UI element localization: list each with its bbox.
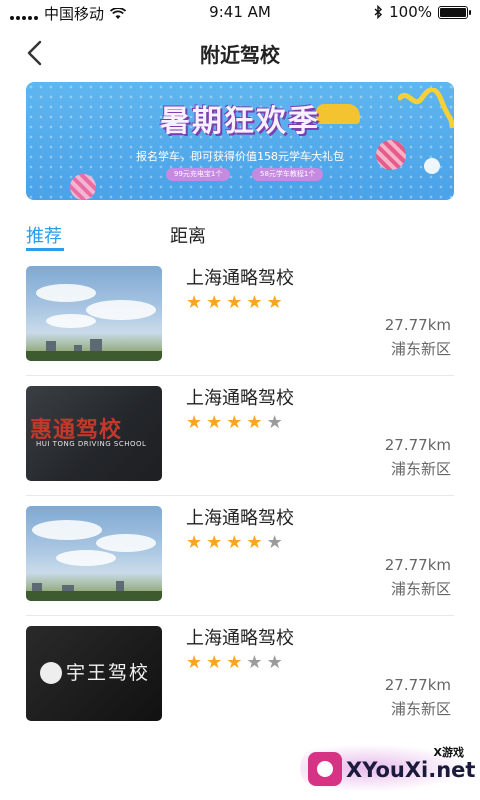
school-area: 浦东新区 — [390, 580, 451, 598]
watermark-logo-icon — [308, 752, 342, 786]
star-icon: ★ — [206, 292, 223, 313]
star-icon: ★ — [186, 532, 203, 553]
school-logo-emblem-icon — [40, 662, 62, 684]
rating-stars: ★ ★ ★ ★ ★ — [186, 534, 283, 552]
star-icon: ★ — [226, 292, 243, 313]
tab-distance[interactable]: 距离 — [170, 222, 206, 248]
star-icon: ★ — [206, 412, 223, 433]
school-area: 浦东新区 — [390, 700, 451, 718]
school-list: 上海通略驾校 ★ ★ ★ ★ ★ 27.77km 浦东新区 惠通驾校 HUI T… — [26, 256, 454, 735]
star-icon: ★ — [266, 292, 283, 313]
star-icon: ★ — [186, 652, 203, 673]
school-area: 浦东新区 — [390, 460, 451, 478]
star-icon: ★ — [246, 292, 263, 313]
nav-bar: 附近驾校 — [0, 28, 480, 78]
watermark-text: XYouXi.net — [346, 758, 476, 782]
school-logo-text: 宇王驾校 — [66, 662, 151, 684]
site-watermark: X游戏 XYouXi.net — [300, 744, 475, 792]
list-item[interactable]: 上海通略驾校 ★ ★ ★ ★ ★ 27.77km 浦东新区 — [26, 256, 454, 376]
school-photo — [26, 506, 162, 601]
star-icon: ★ — [226, 652, 243, 673]
school-name: 上海通略驾校 — [186, 388, 294, 409]
banner-pill-right: 58元学车教程1个 — [252, 168, 324, 181]
star-icon: ★ — [266, 652, 283, 673]
school-distance: 27.77km — [384, 676, 451, 694]
star-icon: ★ — [206, 532, 223, 553]
star-icon: ★ — [246, 532, 263, 553]
star-icon: ★ — [246, 652, 263, 673]
school-logo-image: 宇王驾校 — [26, 626, 162, 721]
school-logo-subtext: HUI TONG DRIVING SCHOOL — [36, 440, 147, 448]
banner-ball-left — [70, 174, 96, 200]
school-distance: 27.77km — [384, 316, 451, 334]
list-item[interactable]: 上海通略驾校 ★ ★ ★ ★ ★ 27.77km 浦东新区 — [26, 496, 454, 616]
page-title: 附近驾校 — [200, 43, 280, 67]
banner-subtitle: 报名学车，即可获得价值158元学车大礼包 — [136, 150, 344, 163]
school-photo — [26, 266, 162, 361]
active-tab-indicator — [26, 248, 64, 251]
star-icon: ★ — [226, 412, 243, 433]
star-icon: ★ — [226, 532, 243, 553]
star-icon: ★ — [246, 412, 263, 433]
star-icon: ★ — [266, 532, 283, 553]
school-name: 上海通略驾校 — [186, 628, 294, 649]
list-item[interactable]: 宇王驾校 上海通略驾校 ★ ★ ★ ★ ★ 27.77km 浦东新区 — [26, 616, 454, 735]
status-right: 100% — [374, 3, 471, 21]
school-name: 上海通略驾校 — [186, 508, 294, 529]
star-icon: ★ — [266, 412, 283, 433]
promo-banner[interactable]: 暑期狂欢季 报名学车，即可获得价值158元学车大礼包 99元充电宝1个 58元学… — [26, 82, 454, 200]
star-icon: ★ — [206, 652, 223, 673]
battery-percent: 100% — [389, 3, 432, 21]
star-icon: ★ — [186, 412, 203, 433]
list-item[interactable]: 惠通驾校 HUI TONG DRIVING SCHOOL 上海通略驾校 ★ ★ … — [26, 376, 454, 496]
status-bar: 中国移动 9:41 AM 100% — [0, 0, 480, 26]
rating-stars: ★ ★ ★ ★ ★ — [186, 654, 283, 672]
school-distance: 27.77km — [384, 436, 451, 454]
rating-stars: ★ ★ ★ ★ ★ — [186, 414, 283, 432]
bluetooth-icon — [374, 5, 383, 19]
banner-title: 暑期狂欢季 — [160, 104, 320, 139]
rating-stars: ★ ★ ★ ★ ★ — [186, 294, 283, 312]
school-name: 上海通略驾校 — [186, 268, 294, 289]
battery-icon — [438, 5, 471, 19]
banner-pill-left: 99元充电宝1个 — [166, 168, 231, 181]
sort-tabs: 推荐 距离 — [0, 220, 480, 252]
school-distance: 27.77km — [384, 556, 451, 574]
tab-recommended[interactable]: 推荐 — [26, 222, 62, 248]
school-area: 浦东新区 — [390, 340, 451, 358]
school-logo-image: 惠通驾校 HUI TONG DRIVING SCHOOL — [26, 386, 162, 481]
star-icon: ★ — [186, 292, 203, 313]
